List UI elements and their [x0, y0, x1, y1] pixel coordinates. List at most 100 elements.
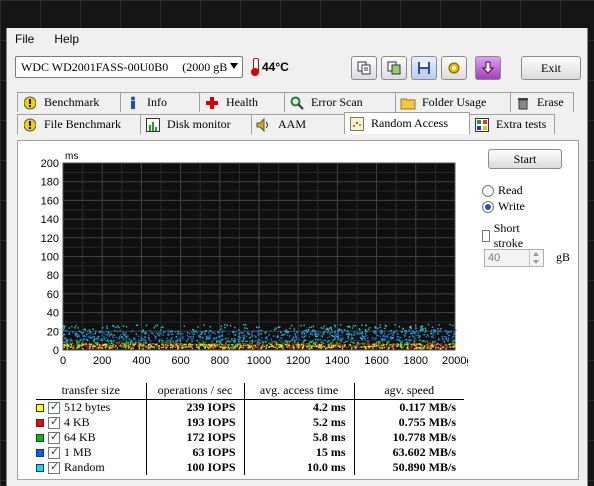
stroke-size-spinner[interactable]: 40 — [484, 249, 544, 267]
series-visible-checkbox[interactable] — [48, 445, 60, 459]
data-point — [376, 344, 378, 347]
data-point — [74, 332, 77, 334]
data-point — [327, 329, 329, 331]
copy-text-button[interactable] — [351, 56, 377, 80]
menu-help[interactable]: Help — [54, 32, 79, 46]
series-visible-checkbox[interactable] — [48, 430, 60, 444]
data-point — [442, 346, 444, 348]
data-point — [382, 334, 384, 337]
data-point — [167, 344, 169, 347]
tab-aam[interactable]: AAM — [251, 114, 345, 134]
data-point — [293, 341, 296, 344]
data-point — [263, 345, 265, 348]
data-point — [75, 325, 77, 327]
data-point — [205, 335, 208, 338]
copy-image-button[interactable] — [381, 56, 407, 80]
data-point — [336, 333, 338, 336]
tab-error-scan[interactable]: Error Scan — [284, 92, 396, 112]
tab-random-access[interactable]: Random Access — [344, 112, 470, 134]
data-point — [337, 331, 340, 333]
data-point — [91, 342, 93, 344]
data-point — [345, 333, 348, 336]
data-point — [290, 346, 293, 349]
data-point — [193, 331, 196, 333]
data-point — [68, 332, 71, 334]
data-point — [424, 341, 427, 343]
data-point — [305, 347, 308, 349]
stroke-unit-label: gB — [556, 250, 571, 264]
tab-file-benchmark[interactable]: File Benchmark — [17, 114, 141, 134]
data-point — [328, 327, 331, 330]
tab-disk-monitor[interactable]: Disk monitor — [140, 114, 252, 134]
data-point — [183, 346, 186, 349]
data-point — [423, 340, 425, 342]
read-option[interactable]: Read — [482, 183, 523, 198]
data-point — [74, 327, 76, 329]
download-button[interactable] — [475, 56, 501, 80]
data-point — [378, 342, 380, 344]
start-button[interactable]: Start — [488, 149, 562, 169]
data-point — [107, 333, 109, 335]
data-point — [438, 337, 440, 340]
tab-erase[interactable]: Erase — [510, 92, 574, 112]
speaker-icon — [256, 117, 272, 133]
series-visible-checkbox[interactable] — [48, 415, 60, 429]
menu-file[interactable]: File — [15, 32, 34, 46]
data-point — [399, 337, 401, 339]
data-point — [320, 340, 323, 342]
y-tick-label: 120 — [41, 233, 59, 245]
data-point — [236, 345, 238, 347]
data-point — [256, 326, 258, 328]
copy-image-icon — [387, 61, 401, 75]
tab-health[interactable]: Health — [199, 92, 285, 112]
series-visible-checkbox[interactable] — [48, 460, 60, 474]
options-button[interactable] — [441, 56, 467, 80]
tab-extra-tests[interactable]: Extra tests — [469, 114, 555, 134]
data-point — [138, 347, 141, 350]
data-point — [454, 344, 456, 347]
spinner-arrows-icon[interactable] — [529, 250, 543, 266]
data-point — [394, 330, 396, 332]
tab-info[interactable]: Info — [120, 92, 200, 112]
data-point — [297, 347, 299, 349]
data-point — [260, 342, 262, 345]
write-label: Write — [498, 199, 525, 213]
data-point — [287, 344, 290, 347]
series-visible-checkbox[interactable] — [48, 400, 60, 414]
data-point — [109, 343, 111, 345]
tab-benchmark[interactable]: Benchmark — [17, 92, 121, 112]
data-point — [257, 347, 259, 349]
exit-button[interactable]: Exit — [521, 56, 581, 80]
short-stroke-option[interactable]: Short stroke — [482, 221, 527, 251]
data-point — [334, 325, 336, 328]
data-point — [324, 346, 326, 348]
data-point — [97, 347, 99, 349]
data-point — [426, 344, 428, 347]
data-point — [334, 334, 336, 336]
data-point — [270, 330, 272, 332]
data-point — [230, 346, 232, 349]
read-radio[interactable] — [482, 184, 494, 197]
short-stroke-checkbox[interactable] — [482, 230, 490, 242]
tab-folder-usage[interactable]: Folder Usage — [395, 92, 511, 112]
data-point — [260, 330, 263, 332]
data-point — [400, 330, 402, 332]
data-point — [152, 332, 154, 335]
write-radio[interactable] — [482, 200, 494, 213]
data-point — [329, 332, 332, 334]
data-point — [228, 333, 230, 335]
data-point — [384, 339, 386, 341]
data-point — [119, 329, 121, 332]
result-row: 1 MB 63 IOPS15 ms63.602 MB/s — [36, 444, 464, 460]
save-button[interactable] — [411, 56, 437, 80]
data-point — [301, 346, 304, 349]
drive-select[interactable]: WDC WD2001FASS-00U0B0 (2000 gB — [15, 56, 243, 78]
data-point — [259, 329, 261, 332]
data-point — [311, 345, 313, 348]
write-option[interactable]: Write — [482, 199, 525, 214]
header-access-time: avg. access time — [243, 383, 354, 400]
data-point — [416, 347, 418, 349]
data-point — [204, 333, 206, 335]
data-point — [323, 339, 325, 342]
data-point — [312, 340, 314, 343]
